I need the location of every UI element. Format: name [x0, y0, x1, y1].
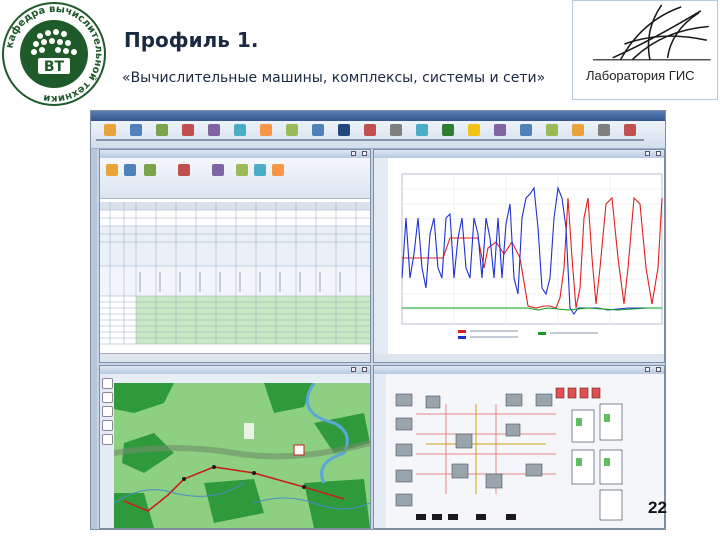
minimize-icon[interactable]: [351, 367, 356, 372]
toolbar-button[interactable]: [538, 123, 566, 147]
toolbar-button[interactable]: [590, 123, 618, 147]
chart-icon: [182, 124, 194, 136]
table-icon: [156, 124, 168, 136]
refresh-icon: [286, 124, 298, 136]
save-icon: [130, 124, 142, 136]
page-subtitle: «Вычислительные машины, комплексы, систе…: [122, 70, 546, 86]
paste-icon[interactable]: [106, 164, 118, 176]
database-icon: [338, 124, 350, 136]
play-icon[interactable]: [236, 164, 248, 176]
close-icon[interactable]: [656, 151, 661, 156]
exit-icon: [624, 124, 636, 136]
filter-icon[interactable]: [144, 164, 156, 176]
gis-map-pane: [99, 365, 371, 529]
map-titlebar: [100, 366, 370, 374]
pan-icon[interactable]: [102, 406, 113, 417]
toolbar-button[interactable]: [382, 123, 410, 147]
refresh-icon[interactable]: [254, 164, 266, 176]
toolbar-button[interactable]: [434, 123, 462, 147]
edit-icon: [260, 124, 272, 136]
print-icon: [546, 124, 558, 136]
spreadsheet-ribbon: [100, 158, 370, 199]
slide-page-number: 22: [648, 498, 667, 517]
trend-chart-pane: [373, 149, 665, 363]
map-icon: [234, 124, 246, 136]
toolbar-button[interactable]: [278, 123, 306, 147]
save-icon[interactable]: [124, 164, 136, 176]
minimize-icon[interactable]: [645, 151, 650, 156]
gis-lab-logo: [572, 0, 718, 100]
toolbar-button[interactable]: [96, 123, 124, 147]
toolbar-button[interactable]: [486, 123, 514, 147]
map-clearing: [244, 423, 254, 439]
zoom-icon[interactable]: [102, 392, 113, 403]
spreadsheet-pane: [99, 149, 371, 363]
layers-icon[interactable]: [102, 434, 113, 445]
pointer-icon[interactable]: [102, 378, 113, 389]
folder-icon: [104, 124, 116, 136]
trend-chart[interactable]: [388, 158, 664, 354]
toolbar-button[interactable]: [564, 123, 592, 147]
help-icon: [572, 124, 584, 136]
chart-toolbar: [374, 158, 389, 354]
export-icon[interactable]: [272, 164, 284, 176]
close-icon[interactable]: [656, 367, 661, 372]
close-icon[interactable]: [362, 151, 367, 156]
report-icon: [312, 124, 324, 136]
svg-text:ВТ: ВТ: [44, 59, 65, 75]
close-icon[interactable]: [362, 367, 367, 372]
main-toolbar: [91, 121, 665, 149]
toolbar-button[interactable]: [174, 123, 202, 147]
toolbar-button[interactable]: [226, 123, 254, 147]
application-window: [90, 110, 666, 530]
measure-icon[interactable]: [102, 420, 113, 431]
toolbar-button[interactable]: [512, 123, 540, 147]
toolbar-button[interactable]: [356, 123, 384, 147]
map-tools: [100, 374, 115, 528]
toolbar-button[interactable]: [252, 123, 280, 147]
legend-swatch: [458, 336, 466, 339]
department-logo: ВТ кафедра вычислительной техники: [2, 2, 106, 106]
minimize-icon[interactable]: [645, 367, 650, 372]
toolbar-button[interactable]: [148, 123, 176, 147]
gis-map[interactable]: [114, 383, 370, 528]
window-icon: [520, 124, 532, 136]
map-tabs[interactable]: [114, 374, 370, 383]
export-icon: [494, 124, 506, 136]
minimize-icon[interactable]: [351, 151, 356, 156]
tree-icon: [442, 124, 454, 136]
spreadsheet-tabs[interactable]: [100, 353, 370, 362]
toolbar-button[interactable]: [616, 123, 644, 147]
mnemonic-scheme-pane: [373, 365, 665, 529]
toolbar-button[interactable]: [304, 123, 332, 147]
delete-icon[interactable]: [178, 164, 190, 176]
alarm-icon: [364, 124, 376, 136]
network-icon: [416, 124, 428, 136]
app-sidebar: [91, 149, 97, 529]
scheme-titlebar: [374, 366, 664, 374]
legend-swatch: [458, 330, 466, 333]
spreadsheet-titlebar: [100, 150, 370, 158]
calendar-icon[interactable]: [212, 164, 224, 176]
map-marker[interactable]: [293, 444, 305, 456]
info-icon: [598, 124, 610, 136]
spreadsheet-grid[interactable]: [100, 202, 370, 352]
legend-swatch: [538, 332, 546, 335]
chart-titlebar: [374, 150, 664, 158]
page-title: Профиль 1.: [124, 28, 259, 52]
star-icon: [468, 124, 480, 136]
lab-name: Лаборатория ГИС: [586, 68, 695, 83]
settings-icon: [390, 124, 402, 136]
toolbar-button[interactable]: [460, 123, 488, 147]
toolbar-button[interactable]: [330, 123, 358, 147]
chart-statusbar: [374, 354, 664, 362]
process-schematic[interactable]: [386, 374, 664, 528]
toolbar-button[interactable]: [408, 123, 436, 147]
toolbar-button[interactable]: [122, 123, 150, 147]
layers-icon: [208, 124, 220, 136]
app-titlebar: [91, 111, 665, 121]
toolbar-button[interactable]: [200, 123, 228, 147]
